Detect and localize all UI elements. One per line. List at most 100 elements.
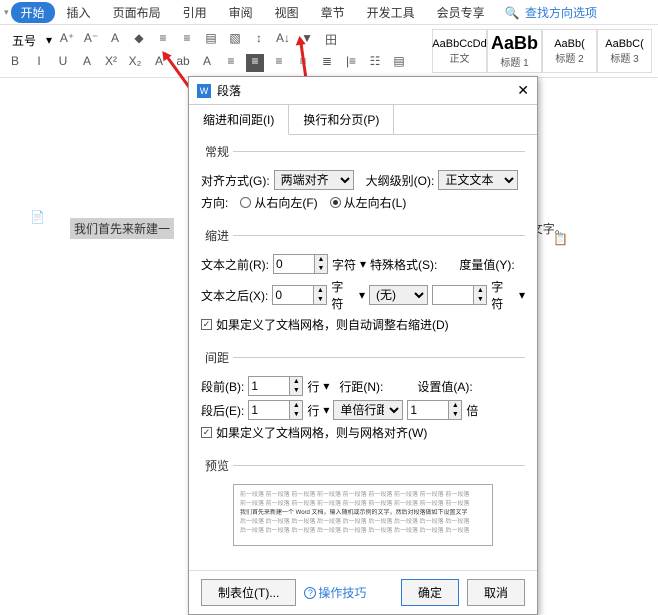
search-icon: 🔍 xyxy=(505,6,520,20)
search-box[interactable]: 🔍 查找方向选项 xyxy=(505,4,597,21)
grid-align-checkbox[interactable]: ✓如果定义了文档网格，则与网格对齐(W) xyxy=(201,424,525,441)
text-effects-icon[interactable]: A xyxy=(198,54,216,72)
unit-chars: 字符 xyxy=(331,278,355,312)
paste-options-icon[interactable]: 📋 xyxy=(553,232,568,246)
underline-icon[interactable]: U xyxy=(54,54,72,72)
outline-select[interactable]: 正文文本 xyxy=(438,170,518,190)
direction-label: 方向: xyxy=(201,194,228,211)
align-left-icon[interactable]: ≡ xyxy=(222,54,240,72)
auto-indent-checkbox[interactable]: ✓如果定义了文档网格，则自动调整右缩进(D) xyxy=(201,316,525,333)
group-preview: 预览 前一段落 前一段落 前一段落 前一段落 前一段落 前一段落 前一段落 前一… xyxy=(201,457,525,552)
tab-chapter[interactable]: 章节 xyxy=(311,2,355,23)
set-value-label: 设置值(A): xyxy=(417,378,472,395)
indent-after-label: 文本之后(X): xyxy=(201,287,268,304)
unit-lines: 行 xyxy=(307,402,319,419)
tab-insert[interactable]: 插入 xyxy=(57,2,101,23)
indent-dec-icon[interactable]: ▤ xyxy=(202,31,220,49)
dir-ltr-radio[interactable]: 从左向右(L) xyxy=(330,194,407,211)
align-center-icon[interactable]: ≡ xyxy=(246,54,264,72)
dialog-tabs: 缩进和间距(I) 换行和分页(P) xyxy=(189,105,537,135)
tab-view[interactable]: 视图 xyxy=(265,2,309,23)
tab-member[interactable]: 会员专享 xyxy=(427,2,495,23)
set-value-input[interactable] xyxy=(407,400,449,420)
dialog-title: 段落 xyxy=(217,82,241,99)
align-select[interactable]: 两端对齐 xyxy=(274,170,354,190)
style-h1[interactable]: AaBb标题 1 xyxy=(487,29,542,73)
indent-after-input[interactable] xyxy=(272,285,314,305)
paragraph-dialog: W 段落 ✕ 缩进和间距(I) 换行和分页(P) 常规 对齐方式(G): 两端对… xyxy=(188,76,538,615)
info-icon: ? xyxy=(304,587,316,599)
line-spacing-select[interactable]: 单倍行距 xyxy=(333,400,403,420)
ribbon: 五号▾ A⁺ A⁻ A ◆ ≡ ≡ ▤ ▧ ↕ A↓ ▼ 田 B I U A X… xyxy=(0,24,658,78)
dialog-footer: 制表位(T)... ? 操作技巧 确定 取消 xyxy=(189,570,537,614)
style-body[interactable]: AaBbCcDd正文 xyxy=(432,29,487,73)
line-spacing-icon[interactable]: ↕ xyxy=(250,31,268,49)
unit-chars: 字符 xyxy=(332,256,356,273)
shading-icon[interactable]: ☷ xyxy=(366,54,384,72)
preview-box: 前一段落 前一段落 前一段落 前一段落 前一段落 前一段落 前一段落 前一段落 … xyxy=(233,484,493,546)
borders-icon[interactable]: 田 xyxy=(322,31,340,49)
shrink-font-icon[interactable]: A⁻ xyxy=(82,31,100,49)
space-after-label: 段后(E): xyxy=(201,402,244,419)
spinner-arrows[interactable]: ▲▼ xyxy=(449,400,462,420)
tab-start[interactable]: 开始 xyxy=(11,2,55,23)
cancel-button[interactable]: 取消 xyxy=(467,579,525,606)
space-after-input[interactable] xyxy=(248,400,290,420)
indent-inc-icon[interactable]: ▧ xyxy=(226,31,244,49)
legend-spacing: 间距 xyxy=(201,349,233,366)
style-h3[interactable]: AaBbC(标题 3 xyxy=(597,29,652,73)
line-spacing2-icon[interactable]: |≡ xyxy=(342,54,360,72)
superscript-icon[interactable]: X² xyxy=(102,54,120,72)
tab-references[interactable]: 引用 xyxy=(173,2,217,23)
dir-rtl-radio[interactable]: 从右向左(F) xyxy=(240,194,317,211)
distribute-icon[interactable]: ≣ xyxy=(318,54,336,72)
close-icon[interactable]: ✕ xyxy=(517,82,529,99)
space-before-input[interactable] xyxy=(248,376,290,396)
number-list-icon[interactable]: ≡ xyxy=(178,31,196,49)
clear-format-icon[interactable]: A xyxy=(106,31,124,49)
metric-label: 度量值(Y): xyxy=(459,256,514,273)
tabs-button[interactable]: 制表位(T)... xyxy=(201,579,296,606)
tab-line-page-breaks[interactable]: 换行和分页(P) xyxy=(289,105,394,134)
indent-before-input[interactable] xyxy=(273,254,315,274)
italic-icon[interactable]: I xyxy=(30,54,48,72)
tab-indent-spacing[interactable]: 缩进和间距(I) xyxy=(189,105,289,135)
search-label: 查找方向选项 xyxy=(525,6,597,20)
outline-pane-icon[interactable]: 📄 xyxy=(30,210,45,224)
ok-button[interactable]: 确定 xyxy=(401,579,459,606)
legend-indent: 缩进 xyxy=(201,227,233,244)
align-right-icon[interactable]: ≡ xyxy=(270,54,288,72)
grow-font-icon[interactable]: A⁺ xyxy=(58,31,76,49)
legend-general: 常规 xyxy=(201,143,233,160)
menubar: ▾ 开始 插入 页面布局 引用 审阅 视图 章节 开发工具 会员专享 🔍 查找方… xyxy=(0,0,658,24)
metric-input[interactable] xyxy=(432,285,474,305)
strike-icon[interactable]: A xyxy=(78,54,96,72)
tab-review[interactable]: 审阅 xyxy=(219,2,263,23)
spinner-arrows[interactable]: ▲▼ xyxy=(315,254,328,274)
tab-dev-tools[interactable]: 开发工具 xyxy=(357,2,425,23)
tab-page-layout[interactable]: 页面布局 xyxy=(103,2,171,23)
file-menu-dropdown[interactable]: ▾ xyxy=(4,7,9,18)
style-gallery: AaBbCcDd正文 AaBb标题 1 AaBb(标题 2 AaBbC(标题 3 xyxy=(432,29,652,73)
spinner-arrows[interactable]: ▲▼ xyxy=(290,376,303,396)
line-spacing-label: 行距(N): xyxy=(339,378,383,395)
space-before-label: 段前(B): xyxy=(201,378,244,395)
legend-preview: 预览 xyxy=(201,457,233,474)
bold-icon[interactable]: B xyxy=(6,54,24,72)
dialog-titlebar: W 段落 ✕ xyxy=(189,77,537,105)
border-icon[interactable]: ▤ xyxy=(390,54,408,72)
format-painter-icon[interactable]: ◆ xyxy=(130,31,148,49)
spinner-arrows[interactable]: ▲▼ xyxy=(314,285,327,305)
align-label: 对齐方式(G): xyxy=(201,172,270,189)
spinner-arrows[interactable]: ▲▼ xyxy=(474,285,487,305)
spinner-arrows[interactable]: ▲▼ xyxy=(290,400,303,420)
special-select[interactable]: (无) xyxy=(369,285,428,305)
group-spacing: 间距 段前(B): ▲▼ 行▾ 行距(N): 设置值(A): 段后(E): ▲▼… xyxy=(201,349,525,447)
group-general: 常规 对齐方式(G): 两端对齐 大纲级别(O): 正文文本 方向: 从右向左(… xyxy=(201,143,525,217)
style-h2[interactable]: AaBb(标题 2 xyxy=(542,29,597,73)
tips-link[interactable]: ? 操作技巧 xyxy=(304,584,366,601)
unit-chars: 字符 xyxy=(491,278,515,312)
subscript-icon[interactable]: X₂ xyxy=(126,54,144,72)
sort-icon[interactable]: A↓ xyxy=(274,31,292,49)
font-size-select[interactable]: 五号▾ xyxy=(6,31,52,50)
